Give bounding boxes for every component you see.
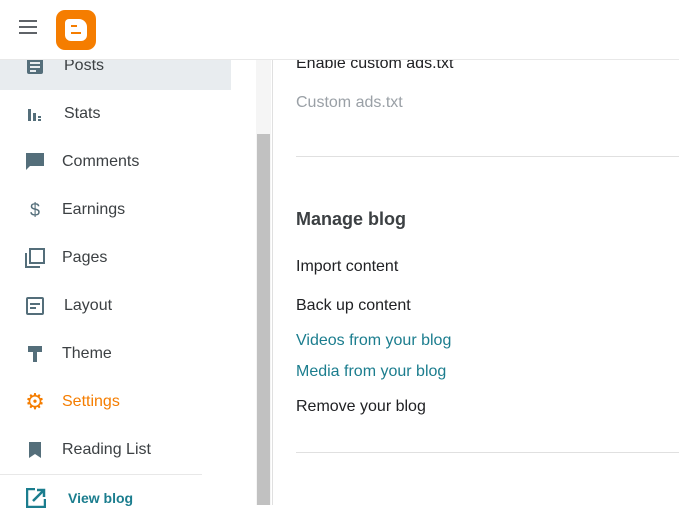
paint-roller-icon bbox=[25, 344, 45, 364]
sidebar-item-pages[interactable]: Pages bbox=[0, 234, 231, 282]
custom-ads-item: Custom ads.txt bbox=[296, 94, 403, 111]
comment-icon bbox=[25, 152, 45, 172]
sidebar-item-earnings[interactable]: $ Earnings bbox=[0, 186, 231, 234]
view-blog-link[interactable]: View blog bbox=[0, 482, 231, 509]
stats-icon bbox=[25, 104, 45, 124]
blogger-logo[interactable] bbox=[56, 10, 96, 50]
section-title: Manage blog bbox=[296, 209, 407, 229]
sidebar: Posts Stats Comments $ Earnings Pages Lay… bbox=[0, 0, 231, 509]
sidebar-item-layout[interactable]: Layout bbox=[0, 282, 231, 330]
sidebar-divider bbox=[0, 474, 202, 475]
backup-content[interactable]: Back up content bbox=[296, 297, 411, 315]
bookmark-icon bbox=[25, 440, 45, 460]
divider bbox=[296, 452, 679, 453]
import-content[interactable]: Import content bbox=[296, 258, 398, 276]
sidebar-item-comments[interactable]: Comments bbox=[0, 138, 231, 186]
pages-icon bbox=[25, 248, 45, 268]
videos-link[interactable]: Videos from your blog bbox=[296, 332, 451, 350]
panel-divider bbox=[272, 60, 273, 505]
divider bbox=[296, 156, 679, 157]
layout-icon bbox=[25, 296, 45, 316]
scrollbar-thumb[interactable] bbox=[257, 134, 270, 505]
hamburger-icon[interactable] bbox=[19, 20, 37, 34]
sidebar-item-theme[interactable]: Theme bbox=[0, 330, 231, 378]
sidebar-item-settings[interactable]: ⚙ Settings bbox=[0, 378, 231, 426]
sidebar-item-reading-list[interactable]: Reading List bbox=[0, 426, 231, 474]
sidebar-item-stats[interactable]: Stats bbox=[0, 90, 231, 138]
open-external-icon bbox=[25, 487, 47, 511]
media-link[interactable]: Media from your blog bbox=[296, 363, 446, 381]
dollar-icon: $ bbox=[29, 199, 40, 220]
gear-icon: ⚙ bbox=[25, 389, 45, 414]
remove-blog[interactable]: Remove your blog bbox=[296, 398, 426, 416]
top-bar bbox=[0, 0, 679, 60]
